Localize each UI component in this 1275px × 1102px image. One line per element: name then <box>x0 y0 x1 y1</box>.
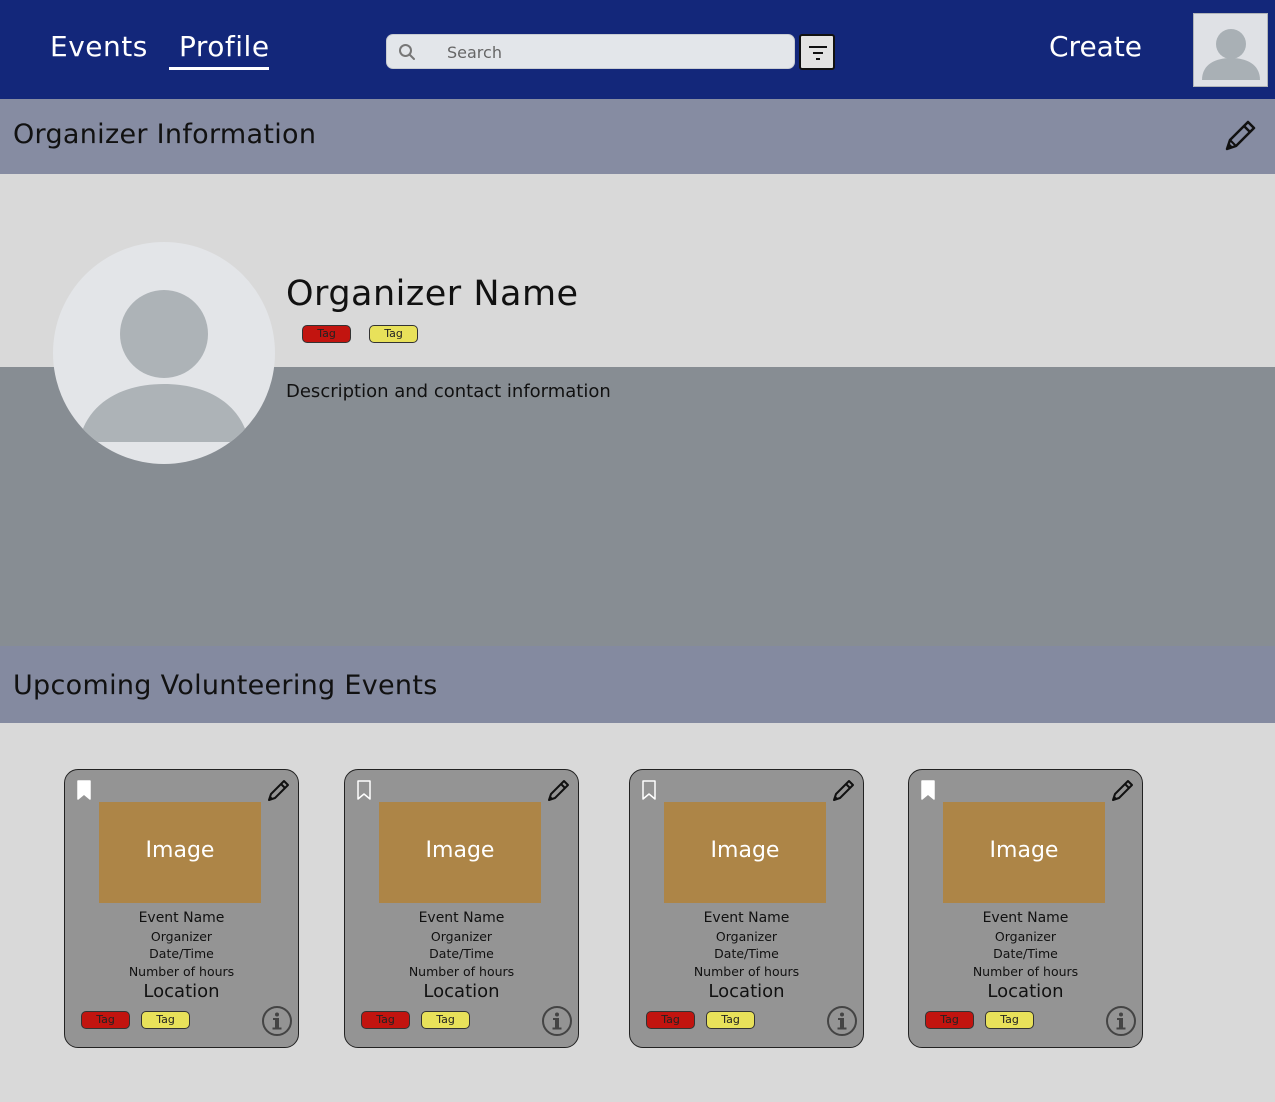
event-card[interactable]: Image Event Name Organizer Date/Time Number … <box>344 769 579 1048</box>
organizer-tag[interactable]: Tag <box>369 325 418 343</box>
event-tag[interactable]: Tag <box>925 1011 974 1029</box>
pencil-icon[interactable] <box>1221 117 1259 155</box>
event-card[interactable]: Image Event Name Organizer Date/Time Number … <box>908 769 1143 1048</box>
image-label: Image <box>145 838 215 863</box>
bookmark-icon[interactable] <box>642 780 656 800</box>
event-datetime: Date/Time <box>429 946 494 961</box>
event-location: Location <box>987 981 1064 1002</box>
info-icon[interactable] <box>826 1005 858 1037</box>
image-label: Image <box>989 838 1059 863</box>
event-datetime: Date/Time <box>714 946 779 961</box>
pencil-icon[interactable] <box>545 778 571 804</box>
event-tag[interactable]: Tag <box>646 1011 695 1029</box>
filter-button[interactable] <box>799 34 835 70</box>
filter-icon <box>809 46 827 60</box>
nav-profile-link[interactable]: Profile <box>179 30 270 63</box>
pencil-icon[interactable] <box>1109 778 1135 804</box>
event-name: Event Name <box>703 910 790 926</box>
avatar-icon <box>79 290 249 442</box>
event-card[interactable]: Image Event Name Organizer Date/Time Number … <box>64 769 299 1048</box>
create-link[interactable]: Create <box>1049 30 1142 63</box>
event-location: Location <box>423 981 500 1002</box>
organizer-name: Organizer Name <box>286 274 579 314</box>
bookmark-icon[interactable] <box>921 780 935 800</box>
event-hours: Number of hours <box>972 964 1079 979</box>
top-nav-bar: Events Profile Create <box>0 0 1275 99</box>
search-box[interactable] <box>386 34 795 69</box>
avatar-icon <box>1202 29 1260 80</box>
event-name: Event Name <box>138 910 225 926</box>
event-location: Location <box>143 981 220 1002</box>
bookmark-icon[interactable] <box>357 780 371 800</box>
event-organizer: Organizer <box>430 929 493 944</box>
user-avatar-button[interactable] <box>1193 13 1268 87</box>
event-organizer: Organizer <box>150 929 213 944</box>
event-name: Event Name <box>982 910 1069 926</box>
event-organizer: Organizer <box>994 929 1057 944</box>
search-input[interactable] <box>447 41 777 63</box>
organizer-info-header: Organizer Information <box>0 99 1275 174</box>
event-tag[interactable]: Tag <box>141 1011 190 1029</box>
pencil-icon[interactable] <box>830 778 856 804</box>
event-datetime: Date/Time <box>993 946 1058 961</box>
bookmark-icon[interactable] <box>77 780 91 800</box>
active-tab-underline <box>169 67 269 70</box>
info-icon[interactable] <box>261 1005 293 1037</box>
event-datetime: Date/Time <box>149 946 214 961</box>
event-tag[interactable]: Tag <box>421 1011 470 1029</box>
event-hours: Number of hours <box>128 964 235 979</box>
nav-events-link[interactable]: Events <box>50 30 148 63</box>
event-tag[interactable]: Tag <box>361 1011 410 1029</box>
event-tag[interactable]: Tag <box>985 1011 1034 1029</box>
event-tag[interactable]: Tag <box>706 1011 755 1029</box>
event-image-placeholder: Image <box>664 802 826 903</box>
image-label: Image <box>425 838 495 863</box>
search-icon <box>399 44 415 60</box>
event-tag[interactable]: Tag <box>81 1011 130 1029</box>
event-hours: Number of hours <box>693 964 800 979</box>
event-name: Event Name <box>418 910 505 926</box>
image-label: Image <box>710 838 780 863</box>
event-organizer: Organizer <box>715 929 778 944</box>
organizer-description: Description and contact information <box>286 381 611 402</box>
organizer-info-title: Organizer Information <box>13 119 317 150</box>
event-card[interactable]: Image Event Name Organizer Date/Time Number … <box>629 769 864 1048</box>
info-icon[interactable] <box>1105 1005 1137 1037</box>
upcoming-events-header: Upcoming Volunteering Events <box>0 646 1275 723</box>
info-icon[interactable] <box>541 1005 573 1037</box>
organizer-avatar <box>53 242 275 464</box>
organizer-tag[interactable]: Tag <box>302 325 351 343</box>
upcoming-events-title: Upcoming Volunteering Events <box>13 670 438 701</box>
event-location: Location <box>708 981 785 1002</box>
event-image-placeholder: Image <box>379 802 541 903</box>
event-image-placeholder: Image <box>943 802 1105 903</box>
event-hours: Number of hours <box>408 964 515 979</box>
event-image-placeholder: Image <box>99 802 261 903</box>
pencil-icon[interactable] <box>265 778 291 804</box>
